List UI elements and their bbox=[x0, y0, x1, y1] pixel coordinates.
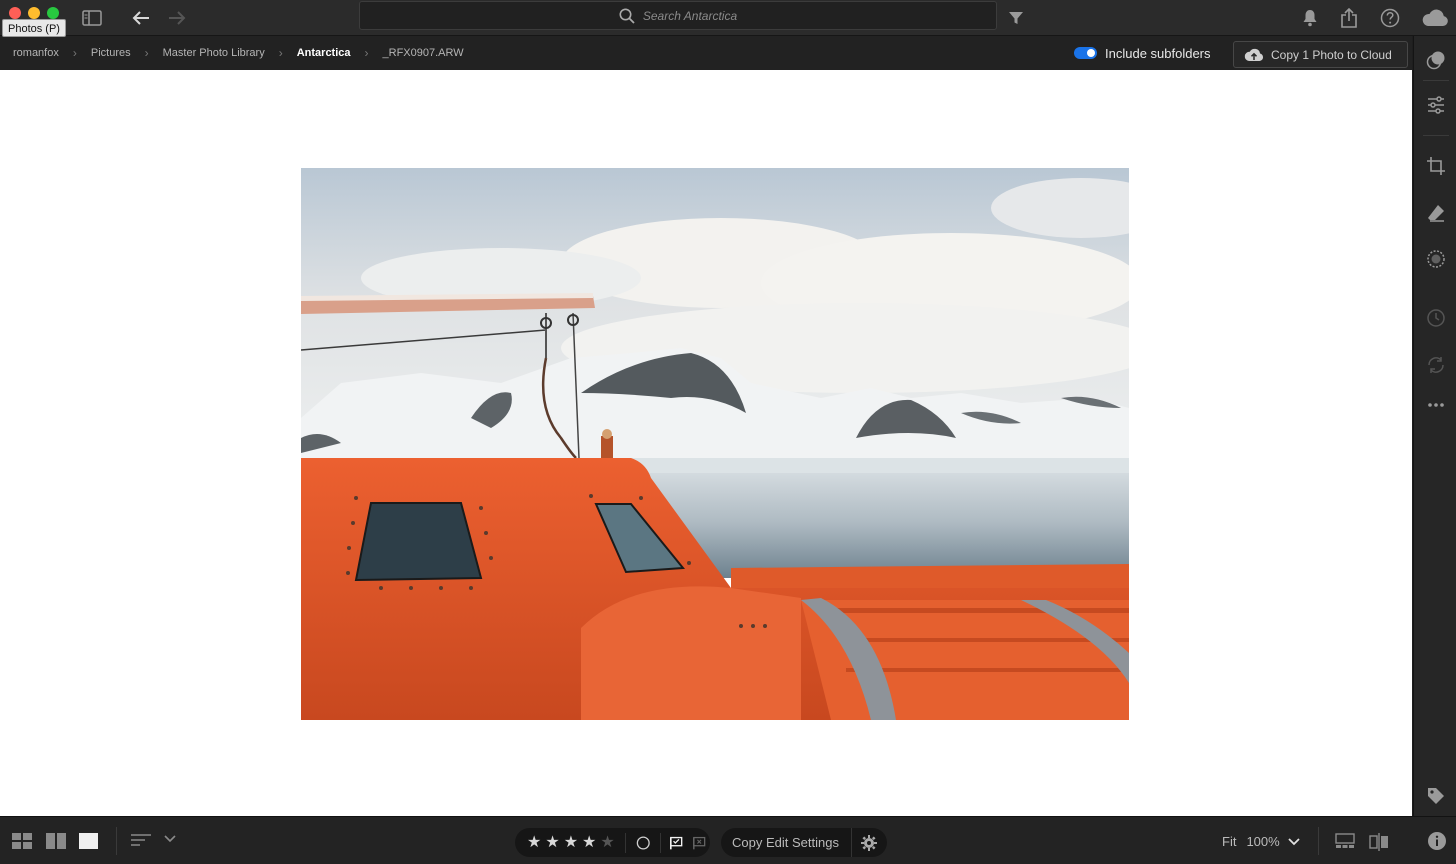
star-4-icon[interactable]: ★ bbox=[582, 834, 596, 851]
panel-divider bbox=[1423, 135, 1449, 136]
zoom-level[interactable]: 100% bbox=[1246, 834, 1279, 849]
copy-edit-settings-control: Copy Edit Settings bbox=[721, 828, 887, 857]
tooltip: Photos (P) bbox=[2, 19, 66, 37]
masking-icon[interactable] bbox=[1425, 248, 1447, 270]
chevron-right-icon: › bbox=[144, 46, 149, 60]
info-icon[interactable] bbox=[1427, 831, 1447, 851]
breadcrumb-item-master-photo-library[interactable]: Master Photo Library bbox=[163, 47, 265, 59]
photo-canvas bbox=[0, 70, 1412, 816]
forward-arrow-icon[interactable] bbox=[163, 4, 191, 32]
filter-icon[interactable] bbox=[1002, 4, 1030, 32]
chevron-right-icon: › bbox=[364, 46, 369, 60]
panel-toggle-icon[interactable] bbox=[78, 4, 106, 32]
cloud-sync-icon[interactable] bbox=[1418, 4, 1452, 32]
include-subfolders-control[interactable]: Include subfolders bbox=[1074, 44, 1211, 62]
healing-eraser-icon[interactable] bbox=[1425, 202, 1447, 224]
title-bar: Photos (P) Search Antarctica bbox=[0, 0, 1456, 37]
star-1-icon[interactable]: ★ bbox=[527, 834, 541, 851]
search-icon bbox=[619, 8, 635, 24]
tag-icon[interactable] bbox=[1425, 785, 1447, 807]
rating-divider bbox=[624, 832, 626, 853]
profile-icon[interactable] bbox=[1425, 49, 1447, 71]
search-input[interactable]: Search Antarctica bbox=[359, 1, 997, 30]
chevron-down-icon[interactable] bbox=[1288, 837, 1300, 846]
unflagged-circle-icon[interactable] bbox=[636, 835, 650, 851]
reject-flag-icon[interactable] bbox=[692, 835, 706, 851]
rating-divider bbox=[660, 832, 662, 853]
copy-to-cloud-label: Copy 1 Photo to Cloud bbox=[1271, 47, 1392, 62]
cloud-upload-icon bbox=[1244, 48, 1264, 61]
photo-preview[interactable] bbox=[301, 168, 1129, 720]
star-5-icon[interactable]: ★ bbox=[600, 834, 614, 851]
chevron-down-icon[interactable] bbox=[164, 835, 176, 843]
zoom-control[interactable]: Fit 100% bbox=[1222, 834, 1300, 849]
minimize-window-button[interactable] bbox=[28, 7, 40, 19]
crop-icon[interactable] bbox=[1425, 155, 1447, 177]
square-grid-view-icon[interactable] bbox=[46, 833, 66, 849]
right-edit-panel bbox=[1413, 36, 1456, 816]
toolbar-divider bbox=[1318, 827, 1319, 855]
star-3-icon[interactable]: ★ bbox=[564, 834, 578, 851]
breadcrumb-bar: romanfox › Pictures › Master Photo Libra… bbox=[0, 36, 1412, 70]
star-2-icon[interactable]: ★ bbox=[545, 834, 559, 851]
copy-to-cloud-button[interactable]: Copy 1 Photo to Cloud bbox=[1233, 41, 1408, 68]
zoom-fit-label[interactable]: Fit bbox=[1222, 834, 1236, 849]
more-icon[interactable] bbox=[1425, 394, 1447, 416]
notification-bell-icon[interactable] bbox=[1296, 4, 1324, 32]
breadcrumb-item-antarctica[interactable]: Antarctica bbox=[297, 47, 351, 59]
history-icon[interactable] bbox=[1425, 307, 1447, 329]
filmstrip-icon[interactable] bbox=[1335, 833, 1355, 849]
include-subfolders-label: Include subfolders bbox=[1105, 45, 1211, 61]
breadcrumb-item-romanfox[interactable]: romanfox bbox=[13, 47, 59, 59]
panel-divider bbox=[1423, 80, 1449, 81]
breadcrumb-item-filename: _RFX0907.ARW bbox=[382, 47, 464, 59]
bottom-toolbar: ★ ★ ★ ★ ★ Copy Edit Settings Fit 100% bbox=[0, 816, 1456, 864]
rating-flag-control: ★ ★ ★ ★ ★ bbox=[515, 828, 710, 857]
search-placeholder: Search Antarctica bbox=[642, 8, 738, 23]
adjust-sliders-icon[interactable] bbox=[1425, 94, 1447, 116]
breadcrumb-item-pictures[interactable]: Pictures bbox=[91, 47, 131, 59]
chevron-right-icon: › bbox=[278, 46, 283, 60]
detail-view-icon[interactable] bbox=[79, 833, 99, 849]
breadcrumb: romanfox › Pictures › Master Photo Libra… bbox=[13, 36, 464, 70]
compare-view-icon[interactable] bbox=[1369, 833, 1389, 851]
chevron-right-icon: › bbox=[72, 46, 77, 60]
sort-icon[interactable] bbox=[131, 833, 151, 847]
toolbar-divider bbox=[116, 827, 117, 855]
versions-icon[interactable] bbox=[1425, 354, 1447, 376]
share-icon[interactable] bbox=[1335, 4, 1363, 32]
gear-icon[interactable] bbox=[851, 828, 885, 857]
zoom-window-button[interactable] bbox=[47, 7, 59, 19]
grid-view-icon[interactable] bbox=[12, 833, 32, 849]
copy-edit-settings-button[interactable]: Copy Edit Settings bbox=[721, 835, 851, 850]
help-icon[interactable] bbox=[1376, 4, 1404, 32]
close-window-button[interactable] bbox=[9, 7, 21, 19]
include-subfolders-toggle[interactable] bbox=[1074, 47, 1097, 59]
pick-flag-icon[interactable] bbox=[669, 835, 683, 851]
back-arrow-icon[interactable] bbox=[127, 4, 155, 32]
